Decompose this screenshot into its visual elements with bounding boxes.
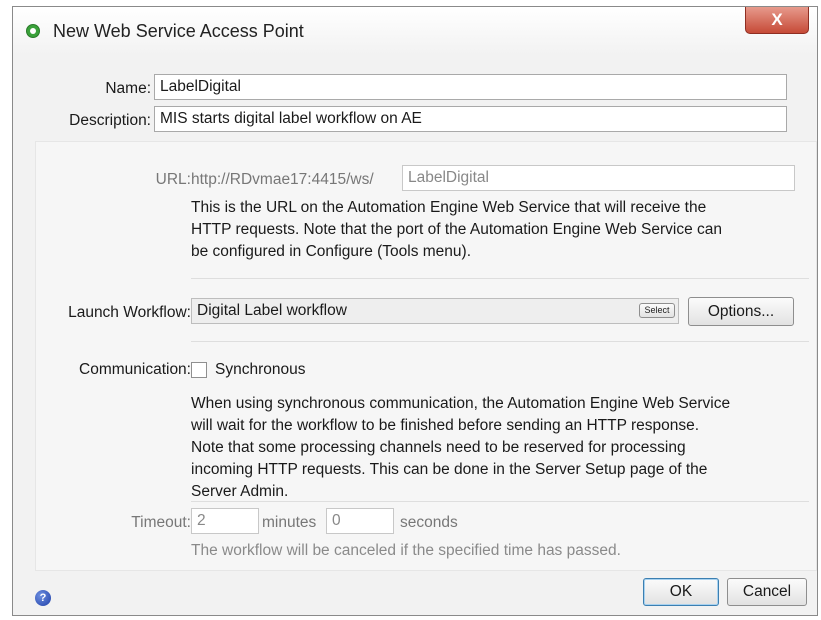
launch-workflow-label: Launch Workflow:: [68, 304, 191, 321]
workflow-value: Digital Label workflow: [197, 302, 347, 319]
options-button[interactable]: Options...: [688, 297, 794, 326]
timeout-help-text: The workflow will be canceled if the spe…: [191, 542, 621, 559]
synchronous-checkbox[interactable]: [191, 362, 207, 378]
timeout-seconds-input[interactable]: 0: [326, 508, 394, 534]
url-path-input[interactable]: LabelDigital: [402, 165, 795, 191]
name-label: Name:: [105, 80, 151, 97]
select-workflow-button[interactable]: Select: [639, 303, 675, 318]
minutes-unit-label: minutes: [262, 514, 317, 531]
communication-help-text: When using synchronous communication, th…: [191, 395, 731, 500]
url-label: URL:: [155, 171, 191, 188]
name-input[interactable]: LabelDigital: [154, 74, 787, 100]
url-help-text: This is the URL on the Automation Engine…: [191, 199, 723, 260]
description-input[interactable]: MIS starts digital label workflow on AE: [154, 106, 787, 132]
green-circle-icon: [26, 24, 40, 38]
communication-label: Communication:: [79, 361, 191, 378]
description-label: Description:: [69, 112, 151, 129]
divider: [191, 341, 809, 342]
url-prefix: http://RDvmae17:4415/ws/: [191, 171, 374, 188]
close-button[interactable]: X: [745, 7, 809, 34]
close-icon: X: [771, 10, 783, 29]
divider: [191, 278, 809, 279]
timeout-label: Timeout:: [131, 514, 191, 531]
help-icon[interactable]: ?: [35, 590, 51, 606]
divider: [191, 501, 809, 502]
cancel-button[interactable]: Cancel: [727, 578, 807, 606]
synchronous-label[interactable]: Synchronous: [215, 361, 305, 379]
ok-button[interactable]: OK: [643, 578, 719, 606]
workflow-field: Digital Label workflow: [191, 298, 679, 324]
dialog-window: New Web Service Access Point X Name: Lab…: [12, 6, 818, 616]
timeout-minutes-input[interactable]: 2: [191, 508, 259, 534]
dialog-title: New Web Service Access Point: [53, 21, 304, 41]
background-edge: [0, 0, 12, 620]
settings-panel: URL: http://RDvmae17:4415/ws/ LabelDigit…: [35, 141, 817, 571]
seconds-unit-label: seconds: [400, 514, 458, 531]
title-bar: New Web Service Access Point X: [13, 7, 817, 55]
